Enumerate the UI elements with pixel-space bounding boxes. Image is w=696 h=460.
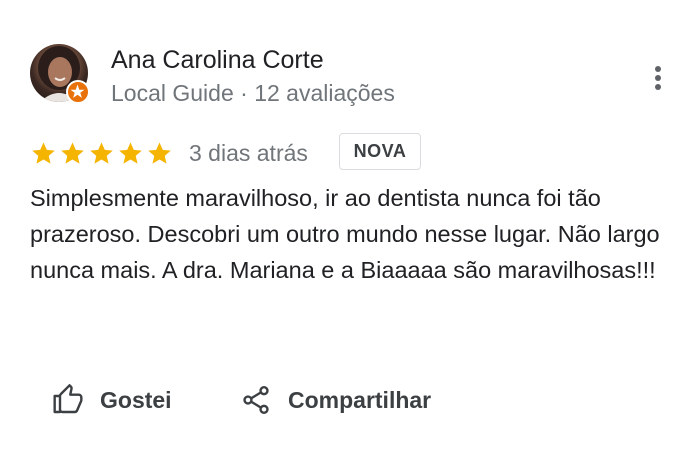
star-rating <box>30 140 173 168</box>
share-label: Compartilhar <box>288 386 432 413</box>
more-vertical-icon <box>644 62 672 96</box>
star-icon <box>88 140 115 168</box>
star-icon <box>59 140 86 168</box>
review-card: Ana Carolina Corte Local Guide · 12 aval… <box>0 0 696 460</box>
new-badge: NOVA <box>339 133 421 170</box>
local-guide-badge-icon <box>66 80 90 104</box>
reviewer-avatar-wrap[interactable] <box>30 44 90 104</box>
share-icon <box>240 384 272 416</box>
thumbs-up-icon <box>52 384 84 416</box>
star-icon <box>117 140 144 168</box>
star-icon <box>146 140 173 168</box>
more-options-button[interactable] <box>644 62 672 96</box>
share-button[interactable]: Compartilhar <box>240 380 431 420</box>
review-date: 3 dias atrás <box>189 140 308 166</box>
star-icon <box>30 140 57 168</box>
like-label: Gostei <box>100 386 172 413</box>
like-button[interactable]: Gostei <box>52 380 172 420</box>
reviewer-meta: Local Guide · 12 avaliações <box>111 80 395 106</box>
reviewer-name[interactable]: Ana Carolina Corte <box>111 46 324 75</box>
review-text: Simplesmente maravilhoso, ir ao dentista… <box>30 185 660 283</box>
